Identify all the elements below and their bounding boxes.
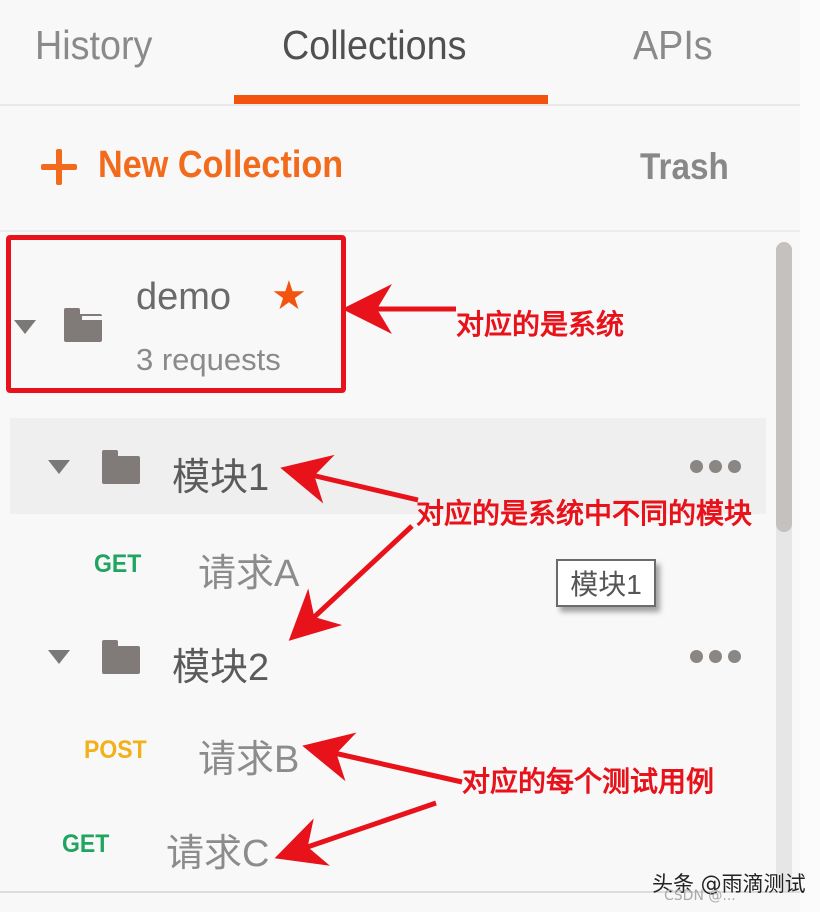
folder-name: 模块2	[172, 647, 270, 689]
folder-icon	[102, 640, 140, 674]
trash-button[interactable]: Trash	[640, 146, 729, 188]
caret-down-icon[interactable]	[48, 650, 70, 664]
active-tab-indicator	[234, 95, 548, 104]
new-collection-button[interactable]: New Collection	[40, 144, 370, 187]
new-collection-label: New Collection	[98, 144, 344, 186]
request-name: 请求A	[198, 553, 300, 595]
more-options-icon[interactable]	[690, 460, 741, 473]
more-options-icon[interactable]	[690, 650, 741, 663]
request-name: 请求B	[198, 739, 300, 781]
method-badge-get: GET	[62, 830, 110, 858]
tab-apis[interactable]: APIs	[633, 22, 713, 69]
collection-actions: New Collection Trash	[0, 106, 800, 232]
tab-history[interactable]: History	[35, 22, 152, 69]
sidebar-tabs: History Collections APIs	[0, 0, 800, 106]
tab-collections[interactable]: Collections	[282, 22, 467, 69]
method-badge-get: GET	[94, 550, 142, 578]
annotation-collection: 对应的是系统	[456, 308, 625, 341]
folder-item-2[interactable]: 模块2	[10, 608, 766, 704]
plus-icon	[40, 147, 78, 185]
right-edge	[800, 0, 820, 912]
method-badge-post: POST	[84, 736, 147, 764]
folder-tooltip: 模块1	[556, 559, 656, 607]
folder-name: 模块1	[172, 457, 270, 499]
annotation-highlight-box	[6, 235, 346, 393]
folder-icon	[102, 450, 140, 484]
watermark-secondary: CSDN @...	[664, 888, 736, 904]
caret-down-icon[interactable]	[48, 460, 70, 474]
scrollbar-thumb[interactable]	[776, 242, 792, 532]
annotation-folders: 对应的是系统中不同的模块	[416, 497, 753, 530]
request-name: 请求C	[166, 833, 270, 875]
annotation-requests: 对应的每个测试用例	[462, 765, 715, 798]
